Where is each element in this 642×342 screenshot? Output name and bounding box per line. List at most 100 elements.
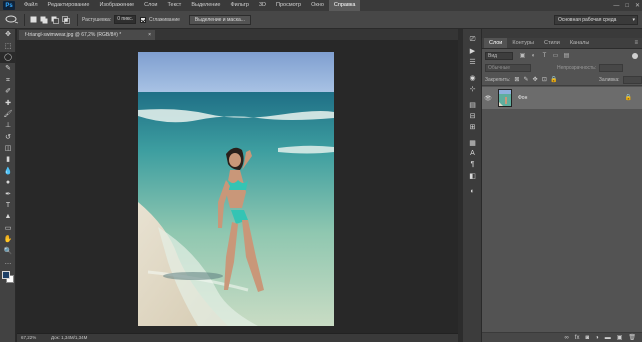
lasso-tool[interactable]: ◯	[0, 51, 16, 64]
maximize-button[interactable]: □	[625, 3, 629, 9]
lock-artboard-icon[interactable]: ⊡	[542, 77, 547, 83]
document-canvas-image[interactable]	[138, 52, 334, 326]
opacity-input[interactable]	[599, 64, 624, 72]
tab-layers[interactable]: Слои	[484, 38, 508, 48]
fill-input[interactable]	[622, 75, 642, 84]
lock-pixels-icon[interactable]: ✎	[523, 77, 529, 83]
filter-toggle-icon[interactable]	[632, 52, 638, 59]
subtract-selection-button[interactable]	[51, 16, 59, 24]
lasso-preset-icon	[5, 15, 19, 24]
tool-preset-picker[interactable]	[4, 14, 20, 26]
brush-settings-icon[interactable]: ⊹	[463, 83, 482, 94]
clone-source-icon[interactable]: ▤	[463, 99, 482, 110]
menu-filter[interactable]: Фильтр	[225, 0, 253, 11]
gradient-tool[interactable]: ▮	[0, 154, 16, 165]
type-tool[interactable]: T	[0, 200, 16, 211]
foreground-color-swatch[interactable]	[2, 271, 10, 280]
hand-tool[interactable]: ✋	[0, 234, 16, 245]
properties-icon[interactable]: ☰	[463, 56, 482, 67]
navigator-icon[interactable]: ◐	[463, 186, 482, 197]
menu-help[interactable]: Справка	[328, 0, 361, 11]
fx-icon[interactable]: fx	[575, 335, 580, 341]
tab-styles[interactable]: Стили	[539, 38, 565, 48]
shape-filter-icon[interactable]: ▭	[552, 52, 559, 59]
select-and-mask-button[interactable]: Выделение и маска...	[188, 14, 251, 25]
trash-icon[interactable]: 🗑	[628, 335, 636, 341]
channels-icon[interactable]: ⊟	[463, 110, 482, 121]
path-selection-tool[interactable]: ▲	[0, 211, 16, 222]
menu-3d[interactable]: 3D	[254, 0, 271, 11]
styles-icon[interactable]: ◧	[463, 170, 482, 181]
type-filter-icon[interactable]: T	[541, 52, 548, 59]
eyedropper-tool[interactable]: ✐	[0, 86, 16, 97]
paragraph-icon[interactable]: ¶	[463, 159, 482, 170]
crop-tool[interactable]: ⌗	[0, 75, 16, 86]
pixel-filter-icon[interactable]: ▣	[519, 52, 526, 59]
blend-mode-select[interactable]: Обычные	[485, 64, 531, 72]
layer-filter-select[interactable]: Вид	[485, 51, 513, 60]
tab-paths[interactable]: Контуры	[507, 38, 539, 48]
collapsed-panels-bar: ⎚ ▶ ☰ ◉ ⊹ ▤ ⊟ ⊞ ▦ A ¶ ◧ ◐	[463, 29, 482, 342]
document-tab[interactable]: f-triangl-swimwear.jpg @ 67,2% (RGB/8#) …	[19, 30, 155, 40]
link-icon[interactable]: ∞	[565, 335, 569, 341]
rectangle-tool[interactable]: ▭	[0, 223, 16, 234]
layer-filter-value: Вид	[488, 52, 498, 59]
brush-tool[interactable]: 🖌	[0, 109, 16, 120]
menu-select[interactable]: Выделение	[186, 0, 225, 11]
eraser-tool[interactable]: ◫	[0, 143, 16, 154]
add-to-selection-button[interactable]	[40, 16, 48, 24]
subtract-selection-icon	[51, 16, 59, 24]
adjustments-icon[interactable]: ◉	[463, 72, 482, 83]
healing-brush-tool[interactable]: ✚	[0, 97, 16, 108]
menu-layers[interactable]: Слои	[139, 0, 162, 11]
blur-tool[interactable]: 💧	[0, 166, 16, 177]
actions-icon[interactable]: ▶	[463, 45, 482, 56]
character-icon[interactable]: A	[463, 148, 482, 159]
more-tools[interactable]: …	[0, 257, 16, 268]
panel-menu-icon[interactable]: ≡	[634, 38, 638, 48]
marquee-tool[interactable]: ⬚	[0, 40, 16, 51]
smart-object-filter-icon[interactable]: ▤	[563, 52, 570, 59]
workspace-select[interactable]: Основная рабочая среда ▾	[554, 15, 638, 25]
document-info[interactable]: Док: 1,34М/1,34М	[43, 334, 87, 342]
menu-type[interactable]: Текст	[162, 0, 186, 11]
blend-opacity-row: Обычные Непрозрачность:	[482, 62, 642, 74]
antialias-checkbox[interactable]	[140, 16, 147, 23]
zoom-level[interactable]: 67,22%	[17, 334, 43, 342]
adjustment-layer-icon[interactable]: ◑	[595, 335, 599, 341]
group-icon[interactable]: ▬	[605, 335, 611, 341]
tab-channels[interactable]: Каналы	[565, 38, 595, 48]
layer-row[interactable]: 👁 Фон 🔒	[482, 87, 642, 109]
quick-selection-tool[interactable]: ✎	[0, 63, 16, 74]
layers-panel-footer: ∞ fx ◙ ◑ ▬ ▣ 🗑	[482, 332, 642, 342]
history-icon[interactable]: ⎚	[463, 34, 482, 45]
new-layer-icon[interactable]: ▣	[617, 335, 623, 341]
panel-header[interactable]	[482, 29, 642, 38]
lock-all-icon[interactable]: 🔒	[550, 77, 557, 83]
menu-view[interactable]: Просмотр	[271, 0, 306, 11]
lock-transparency-icon[interactable]: ⊠	[514, 77, 519, 83]
close-tab-icon[interactable]: ×	[148, 30, 151, 40]
pen-tool[interactable]: ✒	[0, 188, 16, 199]
close-window-button[interactable]: ✕	[635, 2, 640, 9]
dodge-tool[interactable]: ●	[0, 177, 16, 188]
lock-position-icon[interactable]: ✥	[533, 77, 538, 83]
menu-image[interactable]: Изображение	[94, 0, 139, 11]
feather-input[interactable]: 0 пикс.	[114, 15, 137, 24]
mask-icon[interactable]: ◙	[585, 335, 589, 341]
menu-file[interactable]: Файл	[19, 0, 43, 11]
clone-stamp-tool[interactable]: ⊥	[0, 120, 16, 131]
visibility-eye-icon[interactable]: 👁	[482, 95, 494, 102]
zoom-tool[interactable]: 🔍	[0, 245, 16, 256]
minimize-button[interactable]: —	[613, 3, 619, 9]
menu-window[interactable]: Окно	[306, 0, 329, 11]
history-brush-tool[interactable]: ↺	[0, 132, 16, 143]
intersect-selection-button[interactable]	[62, 15, 70, 24]
paths-icon[interactable]: ⊞	[463, 121, 482, 132]
swatches-icon[interactable]: ▦	[463, 137, 482, 148]
move-tool[interactable]: ✥	[0, 29, 16, 40]
adjustment-filter-icon[interactable]: ◐	[530, 52, 537, 59]
feather-label: Растушевка:	[82, 16, 112, 23]
menu-edit[interactable]: Редактирование	[43, 0, 95, 11]
new-selection-button[interactable]	[29, 16, 37, 24]
